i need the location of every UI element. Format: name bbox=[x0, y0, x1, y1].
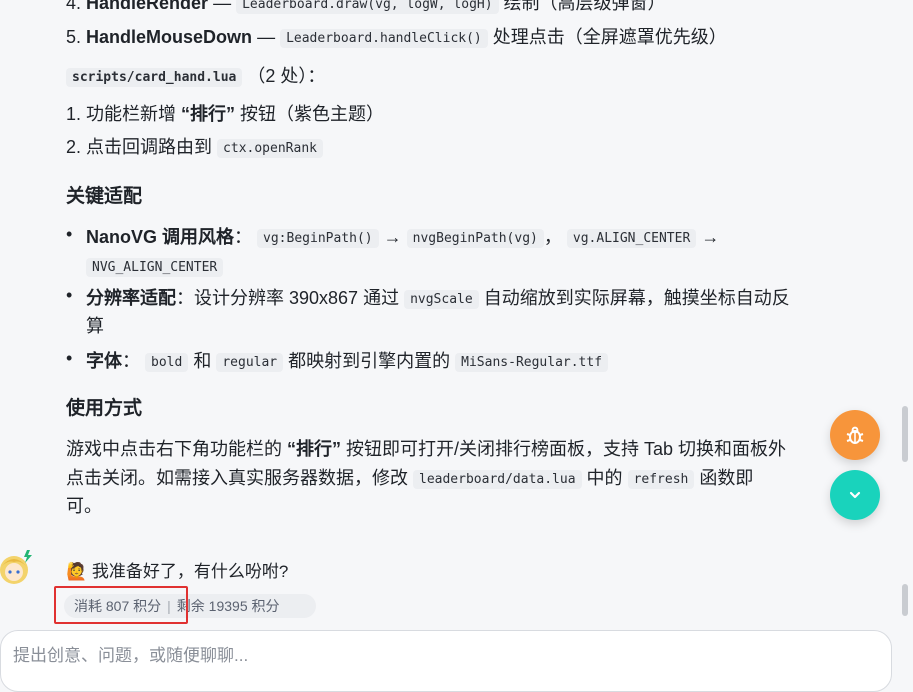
list-item-5: 5. HandleMouseDown — Leaderboard.handleC… bbox=[66, 24, 727, 52]
usage-text: 中的 bbox=[581, 468, 628, 488]
bug-report-button[interactable] bbox=[830, 410, 880, 460]
section-heading-adapt: 关键适配 bbox=[66, 186, 143, 207]
item-number: 5. bbox=[66, 27, 82, 47]
bullet-resolution-cont: 算 bbox=[86, 316, 104, 336]
bullet-label: 分辨率适配 bbox=[86, 288, 176, 308]
reply-message: 🙋 我准备好了，有什么吩咐? bbox=[66, 559, 288, 585]
chat-input[interactable] bbox=[11, 645, 875, 667]
item-text: 处理点击（全屏遮罩优先级） bbox=[492, 27, 727, 47]
bullet-label: 字体 bbox=[86, 351, 122, 371]
colon: ： bbox=[176, 288, 194, 308]
colon: ： bbox=[234, 227, 253, 247]
usage-line-1: 游戏中点击右下角功能栏的 “排行” 按钮即可打开/关闭排行榜面板，支持 Tab … bbox=[66, 436, 786, 462]
inline-code: NVG_ALIGN_CENTER bbox=[86, 258, 224, 277]
usage-text: 点击关闭。如需接入真实服务器数据，修改 bbox=[66, 468, 413, 488]
arrow: → bbox=[383, 227, 402, 247]
credits-remaining: 剩余 19395 积分 bbox=[176, 598, 280, 614]
bullet-text: 设计分辨率 390x867 通过 bbox=[194, 288, 405, 308]
file-line: scripts/card_hand.lua （2 处）： bbox=[66, 63, 325, 91]
item-text: 功能栏新增 bbox=[86, 104, 182, 124]
item-title: HandleRender bbox=[86, 0, 209, 13]
item-number: 4. bbox=[66, 0, 82, 13]
file-line-text: （2 处）： bbox=[247, 66, 326, 86]
bullet-nanovg: NanoVG 调用风格： vg:BeginPath() → nvgBeginPa… bbox=[86, 224, 719, 252]
separator: ， bbox=[543, 227, 562, 247]
highlight-box bbox=[54, 586, 188, 624]
bullet-text: 和 bbox=[188, 351, 217, 371]
item-dash: — bbox=[257, 27, 276, 47]
inline-code: ctx.openRank bbox=[217, 139, 323, 158]
usage-text: 函数即 bbox=[694, 468, 754, 488]
inline-code: bold bbox=[145, 353, 189, 372]
usage-bold: “排行” bbox=[287, 439, 341, 459]
item-text: 点击回调路由到 bbox=[86, 137, 218, 157]
avatar[interactable] bbox=[0, 546, 36, 586]
inline-code: regular bbox=[216, 353, 284, 372]
inline-code: leaderboard/data.lua bbox=[413, 470, 582, 489]
file-item-1: 1. 功能栏新增 “排行” 按钮（紫色主题） bbox=[66, 101, 384, 127]
bullet-text: 自动缩放到实际屏幕，触摸坐标自动反 bbox=[478, 288, 790, 308]
inline-code: Leaderboard.draw(vg, logW, logH) bbox=[236, 0, 499, 14]
inline-code: Leaderboard.handleClick() bbox=[280, 29, 488, 48]
item-bold: “排行” bbox=[181, 104, 236, 124]
item-number: 2. bbox=[66, 137, 82, 157]
usage-line-3: 可。 bbox=[66, 496, 102, 516]
bullet-dot: • bbox=[66, 285, 73, 305]
file-item-2: 2. 点击回调路由到 ctx.openRank bbox=[66, 134, 323, 162]
scrollbar-thumb[interactable] bbox=[902, 406, 908, 462]
section-heading-usage: 使用方式 bbox=[66, 398, 143, 419]
raised-hand-icon: 🙋 bbox=[66, 562, 88, 581]
scroll-down-button[interactable] bbox=[830, 470, 880, 520]
bullet-nanovg-cont: NVG_ALIGN_CENTER bbox=[86, 253, 224, 281]
file-path-code: scripts/card_hand.lua bbox=[66, 68, 243, 87]
bullet-text: 都映射到引擎内置的 bbox=[283, 351, 456, 371]
inline-code: refresh bbox=[627, 470, 695, 489]
bug-icon bbox=[846, 426, 864, 444]
bullet-dot: • bbox=[66, 348, 73, 368]
item-text: 绘制（高层级弹窗） bbox=[503, 0, 666, 13]
inline-code: nvgScale bbox=[404, 290, 479, 309]
bullet-font: 字体： bold 和 regular 都映射到引擎内置的 MiSans-Regu… bbox=[86, 348, 609, 376]
list-item-4: 4. HandleRender — Leaderboard.draw(vg, l… bbox=[66, 0, 666, 18]
chevron-down-icon bbox=[849, 491, 861, 499]
item-text: 按钮（紫色主题） bbox=[235, 104, 385, 124]
inline-code: vg.ALIGN_CENTER bbox=[566, 229, 697, 248]
usage-line-2: 点击关闭。如需接入真实服务器数据，修改 leaderboard/data.lua… bbox=[66, 465, 753, 493]
inline-code: MiSans-Regular.ttf bbox=[455, 353, 609, 372]
inline-code: vg:BeginPath() bbox=[257, 229, 379, 248]
bullet-dot: • bbox=[66, 224, 73, 244]
arrow: → bbox=[701, 227, 720, 247]
item-dash: — bbox=[213, 0, 232, 13]
chat-input-box[interactable] bbox=[0, 630, 892, 692]
scrollbar-track-segment bbox=[902, 584, 908, 616]
usage-text: 游戏中点击右下角功能栏的 bbox=[66, 439, 287, 459]
usage-text: 按钮即可打开/关闭排行榜面板，支持 Tab 切换和面板外 bbox=[341, 439, 787, 459]
bullet-label: NanoVG 调用风格 bbox=[86, 227, 235, 247]
avatar-image bbox=[0, 550, 32, 584]
reply-text: 我准备好了，有什么吩咐? bbox=[91, 562, 289, 581]
inline-code: nvgBeginPath(vg) bbox=[406, 229, 544, 248]
bullet-resolution: 分辨率适配：设计分辨率 390x867 通过 nvgScale 自动缩放到实际屏… bbox=[86, 285, 790, 313]
item-number: 1. bbox=[66, 104, 82, 124]
colon: ： bbox=[122, 351, 140, 371]
item-title: HandleMouseDown bbox=[86, 27, 253, 47]
